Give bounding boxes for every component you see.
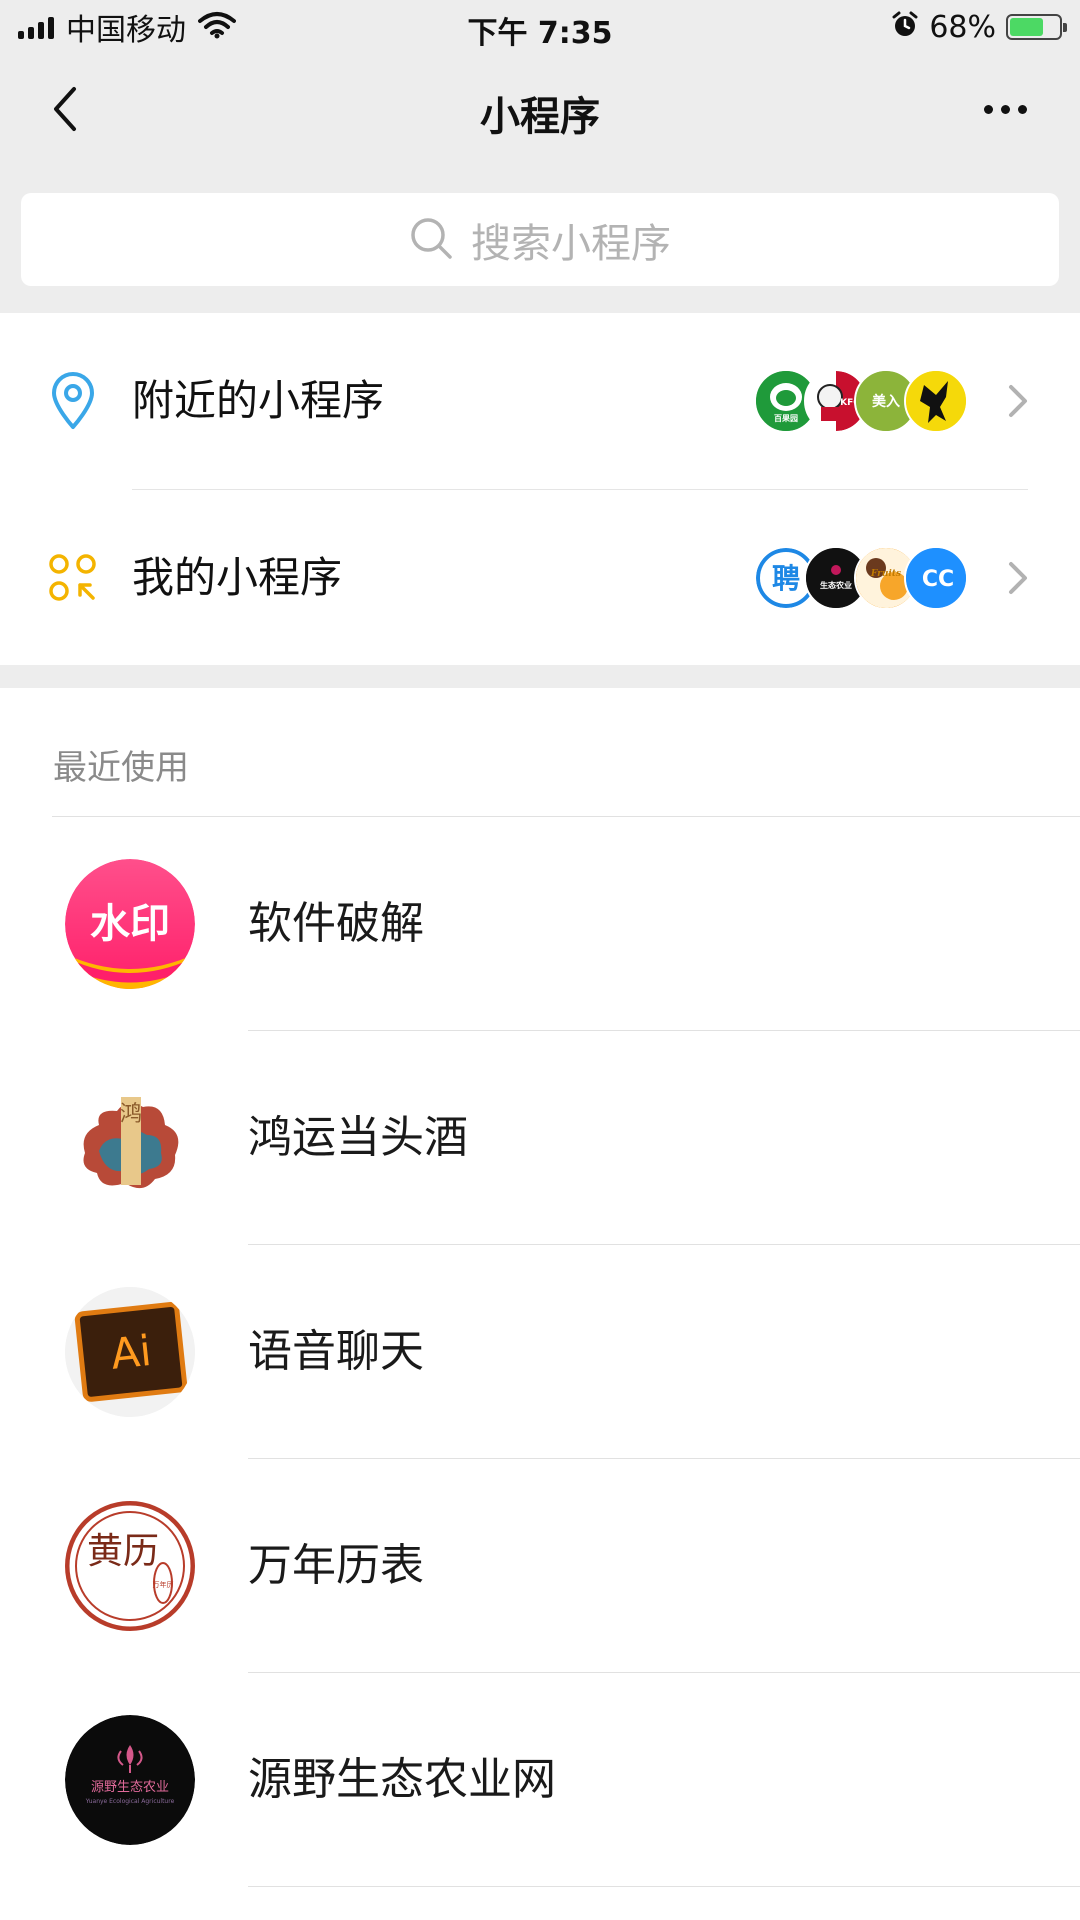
ai-app-icon: Ai <box>65 1287 195 1417</box>
nearby-avatars: 百果园 KFC 美入 <box>754 369 972 433</box>
recent-app-item[interactable]: 黄历 万年历 万年历表 <box>0 1459 1080 1673</box>
app-name: 万年历表 <box>248 1540 424 1591</box>
recent-app-item[interactable]: 水印 软件破解 <box>0 817 1080 1031</box>
more-icon[interactable] <box>970 84 1040 134</box>
app-name: 鸿运当头酒 <box>248 1112 468 1163</box>
location-pin-icon <box>44 371 102 431</box>
recent-section: 最近使用 水印 软件破解 鸿 鸿运当头酒 Ai 语音聊天 黄历 万年历 万年历表… <box>0 688 1080 1920</box>
eco-agriculture-app-icon: 源野生态农业 Yuanye Ecological Agriculture <box>65 1715 195 1845</box>
app-icon-text: 黄历 <box>87 1531 159 1572</box>
chevron-right-icon <box>1009 385 1027 417</box>
app-icon-text: 水印 <box>90 901 170 947</box>
chevron-right-icon <box>1009 562 1027 594</box>
grid-icon <box>44 548 102 608</box>
status-bar: 中国移动 下午 7:35 68% <box>0 0 1080 54</box>
recent-app-item[interactable]: 鸿 鸿运当头酒 <box>0 1031 1080 1245</box>
recent-app-item[interactable]: 源野生态农业 Yuanye Ecological Agriculture 源野生… <box>0 1673 1080 1887</box>
nav-bar: 小程序 <box>0 54 1080 164</box>
divider <box>248 1886 1080 1887</box>
avatar-text: Fruits <box>870 569 901 579</box>
calendar-app-icon: 黄历 万年历 <box>65 1501 195 1631</box>
app-icon-text: 鸿 <box>120 1102 142 1127</box>
recent-app-item[interactable]: Ai 语音聊天 <box>0 1245 1080 1459</box>
alarm-icon <box>891 11 919 43</box>
avatar-text: 百果园 <box>774 414 798 423</box>
avatar-cc: CC <box>904 546 968 610</box>
mine-label: 我的小程序 <box>132 553 343 602</box>
search-input[interactable]: 搜索小程序 <box>21 193 1059 286</box>
battery-fill <box>1010 18 1043 36</box>
app-name: 源野生态农业网 <box>248 1754 556 1805</box>
app-icon-subtext: Yuanye Ecological Agriculture <box>85 1798 175 1805</box>
avatar-text: 美入 <box>872 393 900 410</box>
app-icon-text: Ai <box>108 1326 153 1379</box>
nearby-label: 附近的小程序 <box>132 376 385 425</box>
page-title: 小程序 <box>480 94 600 140</box>
search-placeholder: 搜索小程序 <box>471 220 671 267</box>
avatar-text: CC <box>922 567 954 592</box>
mine-avatars: 聘 生态农业 Fruits CC <box>754 546 972 610</box>
status-right: 68% <box>891 8 1067 46</box>
app-name: 软件破解 <box>248 898 424 949</box>
app-name: 语音聊天 <box>248 1326 424 1377</box>
app-icon-text: 源野生态农业 <box>91 1780 169 1795</box>
battery-percent: 68% <box>929 9 996 45</box>
avatar-figure <box>904 369 968 433</box>
watermark-app-icon: 水印 <box>65 859 195 989</box>
entries-card: 附近的小程序 百果园 KFC 美入 我的小程序 聘 生态农业 Fruits CC <box>0 313 1080 665</box>
search-icon <box>409 216 453 264</box>
avatar-text: 聘 <box>772 562 800 595</box>
my-miniprograms-entry[interactable]: 我的小程序 聘 生态农业 Fruits CC <box>0 490 1080 666</box>
nearby-miniprograms-entry[interactable]: 附近的小程序 百果园 KFC 美入 <box>0 313 1080 490</box>
recent-header: 最近使用 <box>53 748 189 788</box>
wine-app-icon: 鸿 <box>65 1073 195 1203</box>
battery-icon <box>1006 14 1067 40</box>
avatar-text: 生态农业 <box>820 580 852 590</box>
app-icon-subtext: 万年历 <box>153 1580 174 1589</box>
